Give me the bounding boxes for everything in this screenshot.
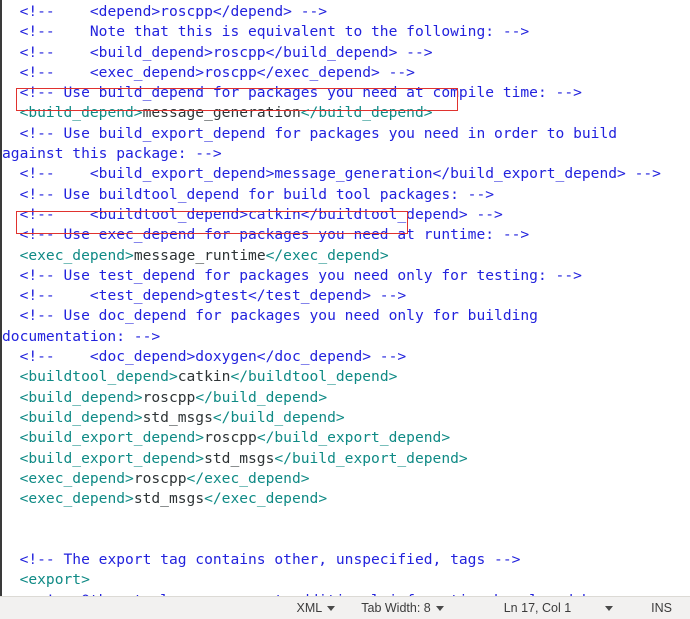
chevron-down-icon: [327, 605, 336, 611]
status-bar: XML Tab Width: 8 Ln 17, Col 1 INS: [0, 596, 690, 619]
code-line[interactable]: <exec_depend>roscpp</exec_depend>: [2, 469, 690, 489]
code-line[interactable]: <build_depend>message_generation</build_…: [2, 103, 690, 123]
code-line[interactable]: against this package: -->: [2, 144, 690, 164]
code-line[interactable]: <!-- <buildtool_depend>catkin</buildtool…: [2, 205, 690, 225]
code-line[interactable]: <!-- Use build_export_depend for package…: [2, 124, 690, 144]
tab-width-label: Tab Width: 8: [361, 601, 431, 615]
code-line[interactable]: <!-- <doc_depend>doxygen</doc_depend> --…: [2, 347, 690, 367]
code-line[interactable]: <!-- The export tag contains other, unsp…: [2, 550, 690, 570]
text-editor-window: <!-- <depend>roscpp</depend> --> <!-- No…: [0, 0, 690, 619]
code-line[interactable]: <!-- Use test_depend for packages you ne…: [2, 266, 690, 286]
code-line[interactable]: [2, 509, 690, 529]
code-line[interactable]: <exec_depend>message_runtime</exec_depen…: [2, 246, 690, 266]
code-line[interactable]: <build_depend>std_msgs</build_depend>: [2, 408, 690, 428]
code-line[interactable]: documentation: -->: [2, 327, 690, 347]
insert-mode-indicator[interactable]: INS: [647, 601, 676, 615]
code-line[interactable]: <export>: [2, 570, 690, 590]
language-label: XML: [296, 601, 323, 615]
code-line[interactable]: <!-- Use exec_depend for packages you ne…: [2, 225, 690, 245]
code-line[interactable]: <build_export_depend>std_msgs</build_exp…: [2, 449, 690, 469]
cursor-position-label: Ln 17, Col 1: [503, 601, 572, 615]
code-line[interactable]: <!-- Use doc_depend for packages you nee…: [2, 306, 690, 326]
code-line[interactable]: <!-- Use buildtool_depend for build tool…: [2, 185, 690, 205]
language-selector[interactable]: XML: [293, 601, 340, 615]
code-line[interactable]: <!-- Use build_depend for packages you n…: [2, 83, 690, 103]
code-line[interactable]: <!-- <build_depend>roscpp</build_depend>…: [2, 43, 690, 63]
code-text-area[interactable]: <!-- <depend>roscpp</depend> --> <!-- No…: [2, 0, 690, 596]
chevron-down-icon: [605, 605, 614, 611]
code-line[interactable]: <buildtool_depend>catkin</buildtool_depe…: [2, 367, 690, 387]
tab-width-selector[interactable]: Tab Width: 8: [357, 601, 447, 615]
insert-mode-label: INS: [651, 601, 672, 615]
editor-viewport[interactable]: <!-- <depend>roscpp</depend> --> <!-- No…: [0, 0, 690, 596]
code-line[interactable]: [2, 530, 690, 550]
code-line[interactable]: <build_depend>roscpp</build_depend>: [2, 388, 690, 408]
code-line[interactable]: <!-- <depend>roscpp</depend> -->: [2, 2, 690, 22]
code-line[interactable]: <!-- Note that this is equivalent to the…: [2, 22, 690, 42]
code-line[interactable]: <!-- <test_depend>gtest</test_depend> --…: [2, 286, 690, 306]
code-line[interactable]: <exec_depend>std_msgs</exec_depend>: [2, 489, 690, 509]
code-line[interactable]: <!-- <build_export_depend>message_genera…: [2, 164, 690, 184]
code-line[interactable]: <!-- <exec_depend>roscpp</exec_depend> -…: [2, 63, 690, 83]
chevron-down-icon: [435, 605, 444, 611]
cursor-position-dropdown[interactable]: [601, 605, 617, 611]
cursor-position-indicator[interactable]: Ln 17, Col 1: [500, 601, 575, 615]
code-line[interactable]: <build_export_depend>roscpp</build_expor…: [2, 428, 690, 448]
